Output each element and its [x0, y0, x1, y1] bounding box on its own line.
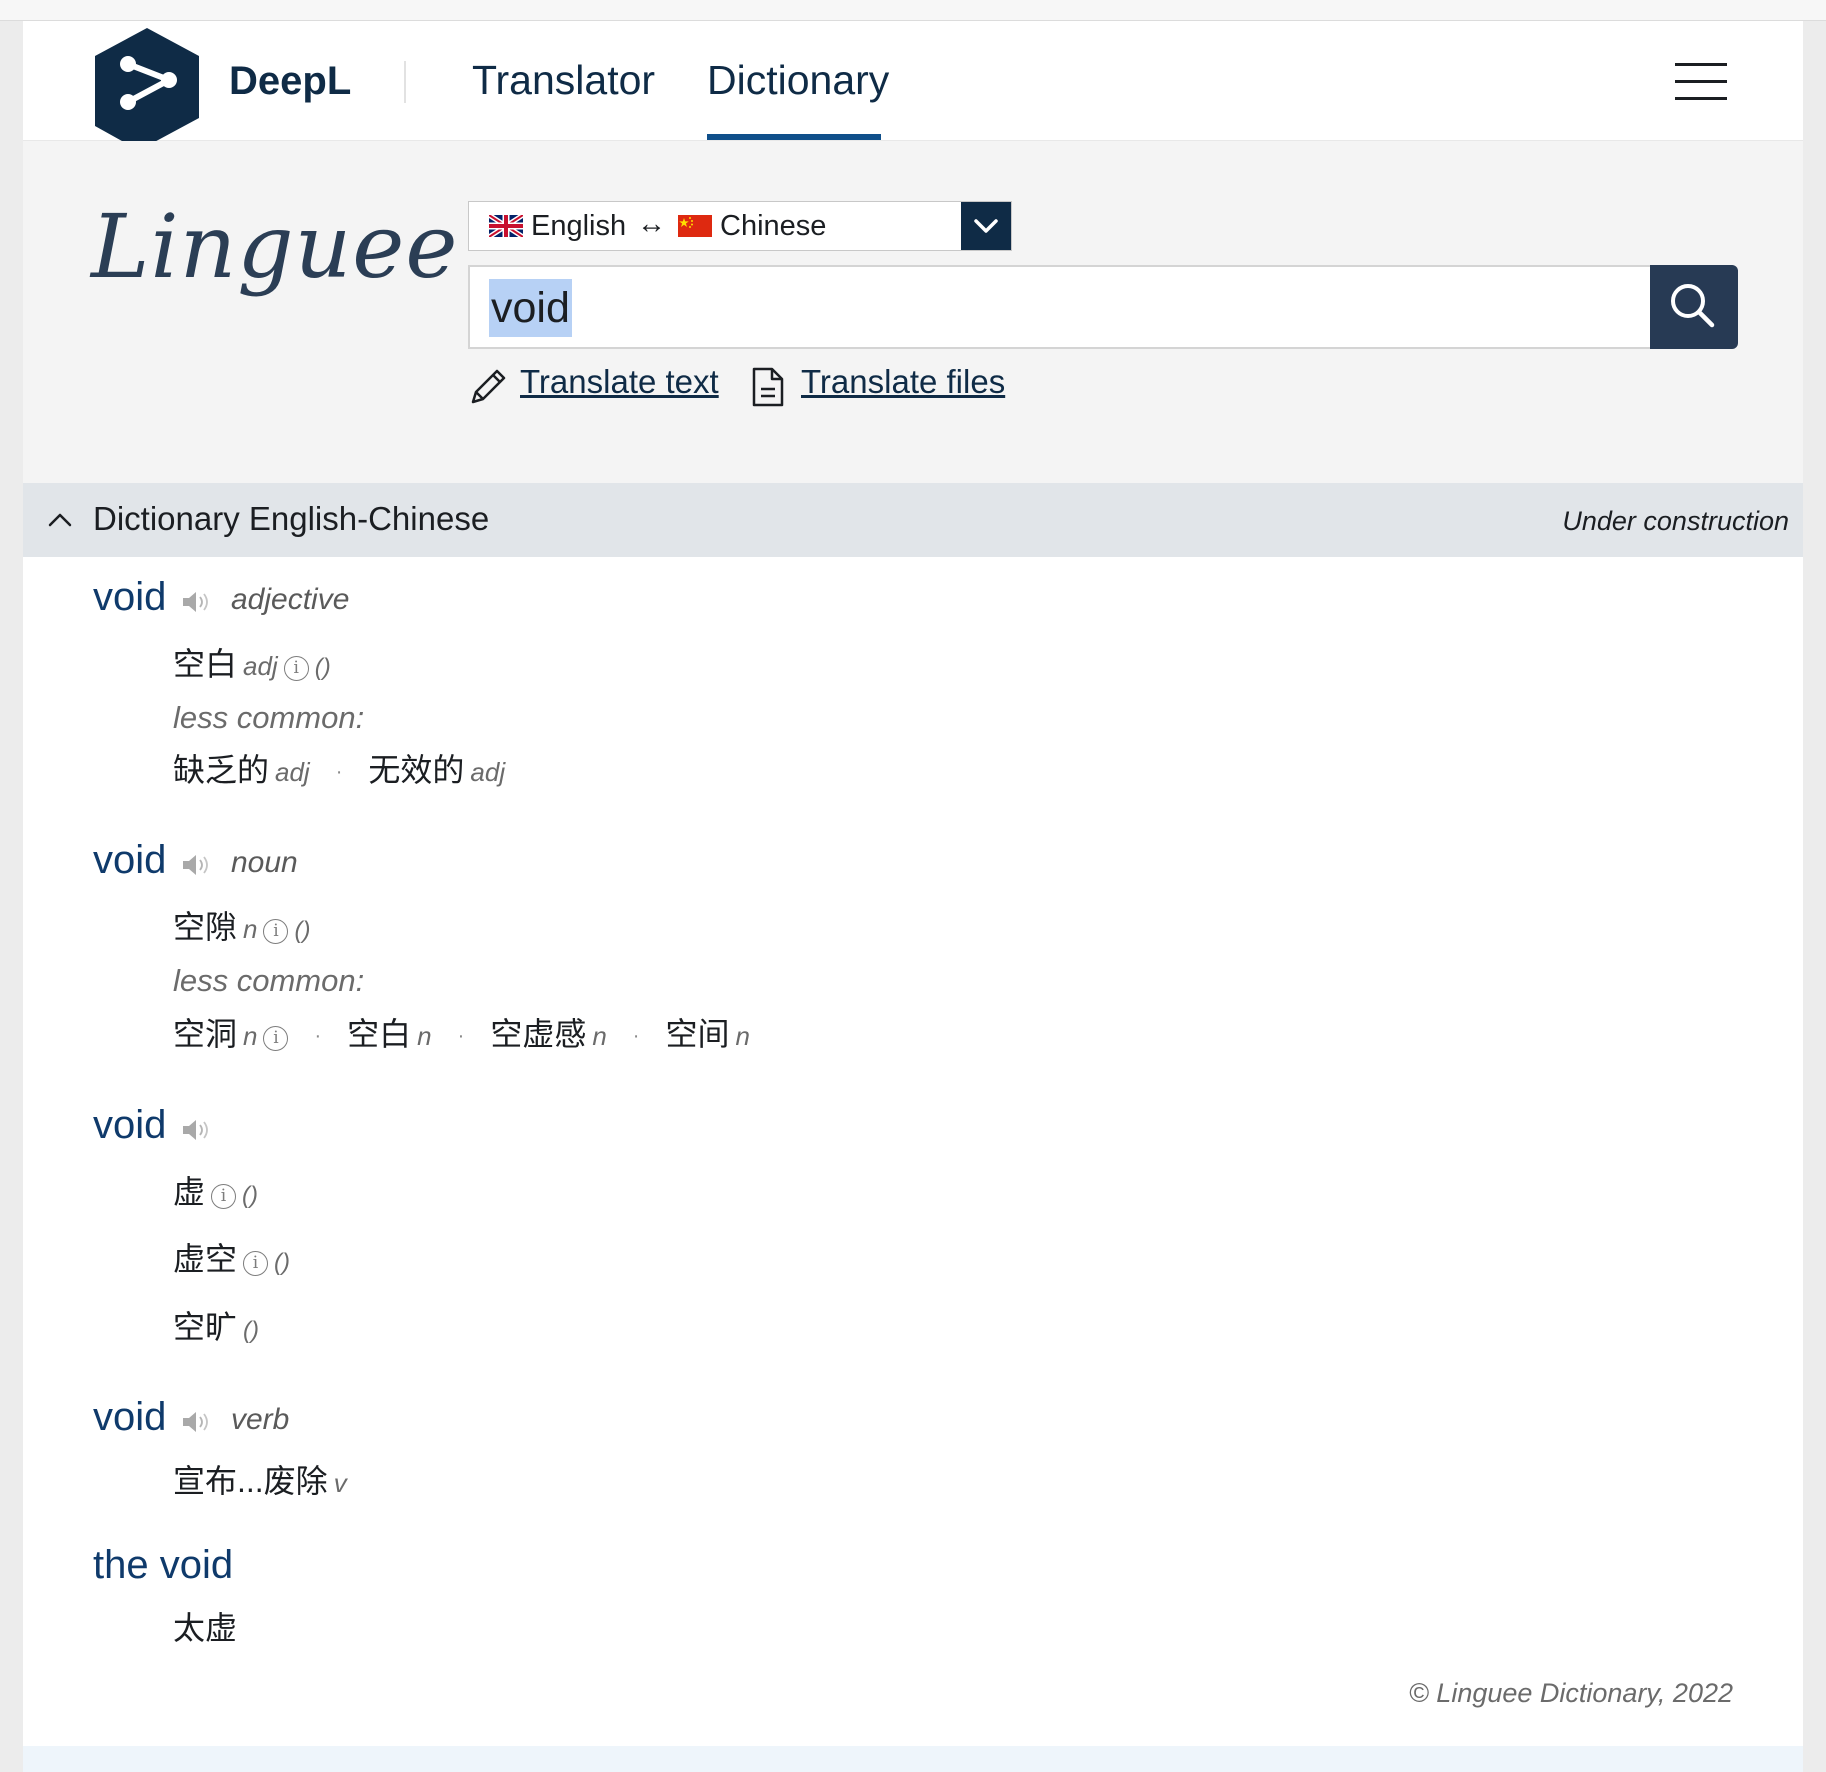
entry-header: void adjective: [93, 575, 493, 625]
construction-status: Under construction: [1562, 506, 1789, 536]
uk-flag-icon: [489, 215, 523, 237]
headword[interactable]: the void: [93, 1543, 233, 1588]
target-language: Chinese: [720, 210, 827, 242]
active-tab-indicator: [707, 134, 881, 140]
translation[interactable]: 太虚: [173, 1610, 237, 1646]
search-field[interactable]: void: [468, 265, 1733, 349]
header-divider: [404, 61, 406, 103]
info-icon[interactable]: i: [283, 656, 309, 681]
translation[interactable]: 无效的: [368, 752, 464, 788]
translation-row: 虚空 i(): [173, 1234, 290, 1277]
linguee-logo[interactable]: Linguee: [91, 195, 458, 298]
grammar-tag: n: [417, 1021, 432, 1051]
info-icon[interactable]: i: [263, 1026, 289, 1051]
translation[interactable]: 虚: [173, 1174, 205, 1210]
translation[interactable]: 空白: [347, 1016, 411, 1052]
less-common-label: less common:: [173, 963, 365, 998]
translate-files-link[interactable]: Translate files: [801, 363, 1005, 401]
entry-header: void: [93, 1103, 493, 1153]
translation-row: 空隙 n i(): [173, 902, 311, 945]
separator: ·: [457, 1025, 465, 1047]
footer-strip: [23, 1746, 1803, 1772]
grammar-tag: n: [735, 1021, 750, 1051]
brand-name[interactable]: DeepL: [229, 59, 351, 104]
language-dropdown-button[interactable]: [961, 202, 1011, 250]
browser-top-edge: [0, 0, 1826, 21]
dictionary-section-header[interactable]: Dictionary English-Chinese Under constru…: [23, 483, 1803, 557]
language-pair-select[interactable]: English ↔ Chinese: [468, 201, 1012, 251]
translation[interactable]: 虚空: [173, 1241, 237, 1277]
swap-arrow-icon: ↔: [637, 208, 666, 240]
dictionary-title: Dictionary English-Chinese: [93, 500, 490, 537]
less-common-label: less common:: [173, 700, 365, 735]
pencil-icon[interactable]: [467, 366, 509, 408]
headword[interactable]: void: [93, 1103, 166, 1148]
translation[interactable]: 空虚感: [490, 1016, 586, 1052]
speaker-icon[interactable]: [181, 1117, 211, 1143]
nav-translator[interactable]: Translator: [472, 57, 655, 104]
deepl-logo-icon[interactable]: [91, 26, 203, 158]
translation-row: 虚 i(): [173, 1167, 258, 1210]
less-common-row: 空洞 n i · 空白 n · 空虚感 n · 空间 n: [173, 1009, 750, 1052]
translation-row: 空白 adj i(): [173, 639, 331, 682]
chevron-up-icon[interactable]: [45, 505, 75, 535]
less-common-row: 缺乏的 adj · 无效的 adj: [173, 745, 506, 788]
part-of-speech: adjective: [231, 583, 350, 616]
translate-text-link[interactable]: Translate text: [520, 363, 719, 401]
source-language: English: [531, 210, 627, 242]
pronunciation-parens: (): [294, 917, 311, 944]
pronunciation-parens: (): [314, 654, 331, 681]
grammar-tag: n: [243, 914, 258, 944]
copyright-notice: © Linguee Dictionary, 2022: [1408, 1678, 1733, 1708]
separator: ·: [314, 1025, 322, 1047]
hamburger-menu-icon[interactable]: [1675, 63, 1727, 101]
translation[interactable]: 空洞: [173, 1016, 237, 1052]
entry-header: void verb: [93, 1395, 493, 1445]
info-icon[interactable]: i: [263, 919, 289, 944]
search-icon: [1671, 284, 1715, 328]
translation[interactable]: 空隙: [173, 909, 237, 945]
grammar-tag: adj: [275, 757, 310, 787]
separator: ·: [335, 761, 343, 783]
grammar-tag: n: [592, 1021, 607, 1051]
speaker-icon[interactable]: [181, 589, 211, 615]
info-icon[interactable]: i: [211, 1184, 237, 1209]
translation-row: 宣布...废除 v: [173, 1456, 347, 1499]
translation[interactable]: 宣布...废除: [173, 1463, 328, 1499]
speaker-icon[interactable]: [181, 1409, 211, 1435]
part-of-speech: verb: [231, 1403, 290, 1436]
translation[interactable]: 缺乏的: [173, 752, 269, 788]
grammar-tag: adj: [470, 757, 506, 787]
translation-row: 空旷(): [173, 1302, 259, 1345]
linguee-page: DeepL Translator Dictionary Linguee Engl…: [23, 21, 1803, 1772]
china-flag-icon: [678, 215, 712, 237]
headword[interactable]: void: [93, 838, 166, 883]
translation-row: 太虚: [173, 1603, 237, 1646]
deepl-header: DeepL Translator Dictionary: [23, 21, 1803, 158]
pronunciation-parens: (): [242, 1182, 258, 1209]
entry-header: the void: [93, 1543, 493, 1593]
info-icon[interactable]: i: [243, 1251, 269, 1276]
translation[interactable]: 空旷: [173, 1309, 237, 1345]
translation[interactable]: 空间: [665, 1016, 729, 1052]
headword[interactable]: void: [93, 575, 166, 620]
nav-dictionary[interactable]: Dictionary: [707, 57, 889, 104]
entry-header: void noun: [93, 838, 493, 888]
search-button[interactable]: [1650, 265, 1738, 349]
search-panel: Linguee English ↔ Chinese void Translate…: [23, 141, 1803, 483]
grammar-tag: adj: [243, 651, 278, 681]
translation[interactable]: 空白: [173, 646, 237, 682]
document-icon[interactable]: [750, 365, 786, 409]
grammar-tag: n: [243, 1021, 258, 1051]
separator: ·: [632, 1025, 640, 1047]
part-of-speech: noun: [231, 846, 298, 879]
pronunciation-parens: (): [243, 1317, 259, 1344]
chevron-down-icon: [974, 219, 998, 233]
search-input-value[interactable]: void: [489, 279, 572, 337]
pronunciation-parens: (): [274, 1249, 290, 1276]
speaker-icon[interactable]: [181, 852, 211, 878]
headword[interactable]: void: [93, 1395, 166, 1440]
grammar-tag: v: [333, 1468, 347, 1498]
